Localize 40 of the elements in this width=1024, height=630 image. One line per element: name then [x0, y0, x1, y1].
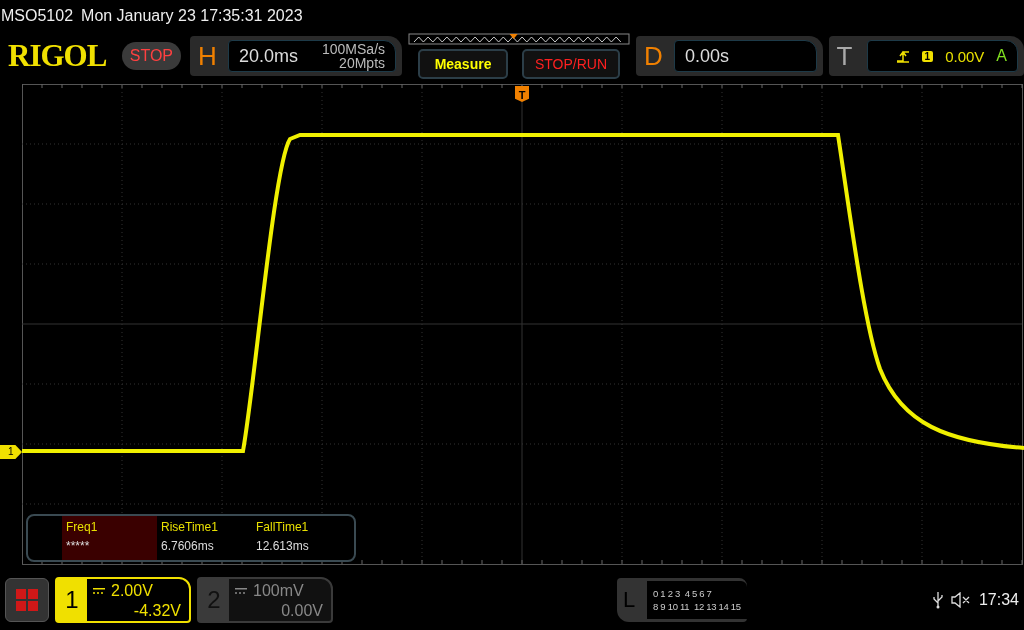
trigger-level: 0.00V	[945, 47, 985, 65]
trigger-panel[interactable]: T 1 0.00V A	[828, 36, 1024, 76]
model-name: MSO5102	[1, 7, 74, 25]
sample-rate: 100MSa/s	[322, 42, 386, 56]
delay-panel[interactable]: D 0.00s	[636, 36, 823, 76]
trigger-letter: T	[836, 40, 854, 72]
trigger-mode: A	[996, 47, 1007, 65]
channel-scale: 100mV	[253, 581, 304, 601]
memory-position-slider[interactable]	[408, 33, 631, 45]
grid-icon	[16, 589, 38, 611]
channel-scale: 2.00V	[111, 581, 153, 601]
channel-panel[interactable]: 1 2.00V -4.32V	[55, 577, 191, 623]
stop-run-button[interactable]: STOP/RUN	[522, 49, 621, 79]
digital-channel-numbers: 0 1 2 3 4 5 6 7	[653, 588, 712, 599]
dc-coupling-icon	[235, 588, 247, 594]
date-time: Mon January 23 17:35:31 2023	[81, 7, 303, 25]
timebase-value: 20.0ms	[239, 45, 299, 67]
measurement-item[interactable]: RiseTime1 6.7606ms	[157, 516, 252, 560]
measurement-item[interactable]: FallTime1 12.613ms	[252, 516, 347, 560]
horizontal-panel[interactable]: H 20.0ms 100MSa/s 20Mpts	[190, 36, 403, 76]
trigger-source-badge: 1	[921, 50, 934, 62]
dc-coupling-icon	[93, 588, 105, 594]
delay-value: 0.00s	[685, 45, 730, 67]
slider-position-marker[interactable]	[509, 34, 518, 39]
measurement-item[interactable]: Freq1 *****	[62, 516, 157, 560]
memory-depth: 20Mpts	[339, 56, 386, 70]
measure-button[interactable]: Measure	[418, 49, 509, 79]
logo: RIGOL	[8, 38, 108, 74]
horizontal-letter: H	[198, 40, 218, 72]
clock: 17:34	[978, 591, 1019, 609]
digital-channel-numbers: 8 9 10 11 12 13 14 15	[653, 601, 741, 612]
trigger-position-marker[interactable]: T	[515, 86, 529, 102]
channel-number: 1	[57, 579, 87, 621]
speaker-muted-icon	[950, 592, 971, 608]
channel-offset: -4.32V	[133, 601, 181, 621]
rising-edge-icon	[895, 49, 910, 63]
channel-marker[interactable]: 1	[0, 445, 22, 459]
usb-icon	[932, 591, 943, 609]
delay-letter: D	[644, 40, 664, 72]
channel-offset: 0.00V	[281, 601, 323, 621]
